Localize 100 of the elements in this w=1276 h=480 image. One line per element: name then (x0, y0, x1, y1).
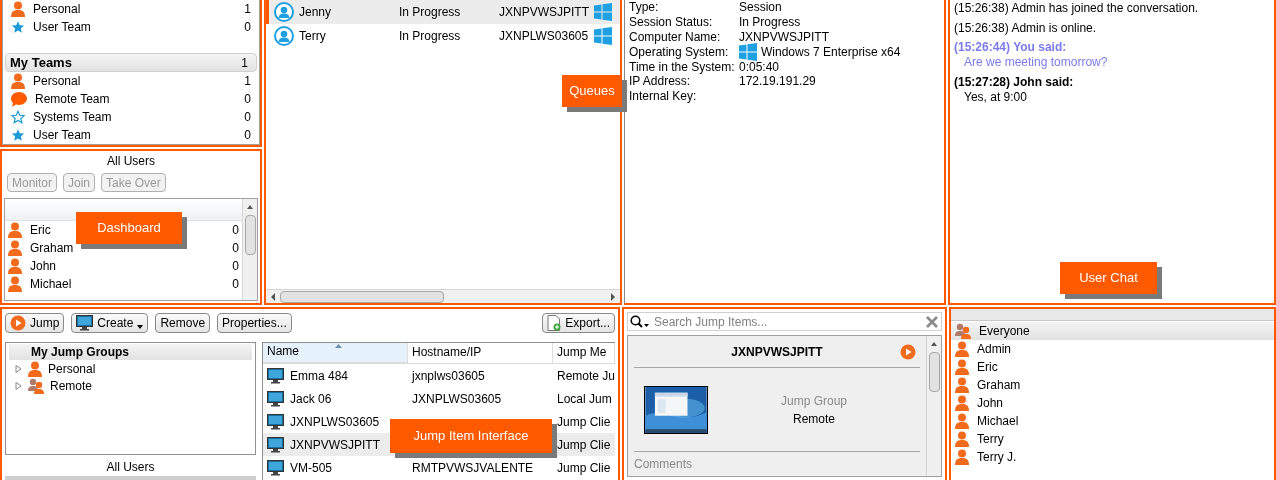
chat-sender: (15:26:44) You said: (954, 40, 1068, 54)
close-icon[interactable] (925, 314, 939, 329)
panel-title: All Users (105, 460, 156, 475)
panel-title: All Users (106, 153, 156, 169)
jump-group-name[interactable]: Personal (48, 359, 96, 378)
scroll-up-arrow-icon[interactable] (930, 340, 938, 348)
sort-arrow-icon (335, 344, 342, 348)
table-cell: Jump Clie (557, 460, 611, 475)
search-icon (630, 314, 650, 329)
detail-label: Time in the System: (629, 59, 736, 74)
team-count: 1 (241, 54, 249, 72)
chat-message: (15:26:38) Admin is online. (954, 21, 1098, 35)
detail-label: Operating System: (629, 44, 730, 59)
play-icon (10, 315, 26, 331)
monitor-icon (267, 436, 284, 453)
person-icon (11, 73, 25, 90)
person-icon (955, 359, 969, 375)
field-label: Jump Group (781, 392, 847, 410)
user-count: 0 (232, 276, 239, 293)
field-label: Comments (634, 456, 693, 473)
detail-value: JXNPVWSJPITT (739, 30, 829, 44)
table-cell-text: Jack 06 (290, 390, 332, 408)
search-input[interactable]: Search Jump Items... (654, 312, 921, 331)
scroll-up-arrow-icon[interactable] (246, 203, 254, 211)
table-cell-text: JXNPLWS03605 (290, 413, 380, 431)
windows-icon (594, 27, 612, 45)
team-name[interactable]: Systems Team (33, 108, 237, 127)
monitor-icon (76, 315, 94, 331)
caret-icon (137, 325, 144, 329)
queue-row[interactable]: Jenny In Progress JXNPVWSJPITT (266, 0, 620, 24)
user-name[interactable]: Michael (30, 275, 72, 293)
horizontal-scrollbar[interactable] (266, 289, 620, 303)
user-name: John (977, 395, 1004, 412)
user-count: 0 (232, 222, 239, 239)
group-header[interactable]: My Jump Groups (9, 344, 252, 360)
user-name: Eric (977, 359, 998, 376)
person-icon (955, 449, 969, 465)
user-name[interactable]: Graham (30, 239, 74, 257)
search-field[interactable]: Search Jump Items... (627, 312, 942, 331)
person-icon (11, 1, 25, 17)
table-cell: Jump Clie (557, 414, 611, 429)
user-count: 0 (232, 240, 239, 257)
chat-sender: (15:27:28) John said: (954, 75, 1075, 89)
person-icon (8, 222, 22, 238)
table-cell: jxnplws03605 (412, 368, 485, 383)
team-name[interactable]: User Team (33, 126, 237, 145)
column-header[interactable]: Name (263, 343, 408, 363)
detail-value: In Progress (739, 15, 801, 30)
toolbar-button[interactable]: Create (71, 313, 149, 333)
team-name[interactable]: Personal (33, 72, 237, 91)
user-count: 0 (232, 258, 239, 275)
team-count: 1 (244, 1, 251, 18)
user-name: Everyone (979, 323, 1030, 340)
person-icon (955, 377, 969, 393)
toolbar-button[interactable]: Properties... (217, 313, 292, 333)
team-count: 0 (244, 127, 251, 145)
table-cell: RMTPVWSJVALENTE (412, 460, 534, 475)
expand-arrow-icon[interactable] (15, 364, 22, 373)
person-icon (8, 276, 22, 292)
team-count: 0 (244, 19, 251, 36)
scroll-left-arrow-icon[interactable] (270, 292, 276, 301)
star-icon (11, 128, 25, 143)
scroll-thumb[interactable] (244, 215, 256, 255)
people-icon (28, 377, 44, 394)
group-header[interactable]: My Teams 1 (5, 53, 257, 73)
user-circle-icon (274, 2, 294, 22)
monitor-icon (267, 390, 284, 407)
user-name[interactable]: Eric (30, 221, 51, 239)
expand-arrow-icon[interactable] (15, 381, 22, 390)
star-icon (11, 20, 25, 34)
session-status: In Progress (399, 4, 462, 21)
detail-value: Windows 7 Enterprise x64 (761, 44, 901, 59)
export-button[interactable]: Export... (542, 313, 615, 333)
person-icon (28, 360, 42, 377)
person-icon (8, 240, 22, 256)
scroll-thumb[interactable] (928, 352, 940, 392)
table-cell: Remote Ju (556, 368, 615, 383)
scrollbar[interactable] (926, 336, 941, 476)
user-name: Terry J. (977, 449, 1017, 466)
team-name[interactable]: Personal (33, 0, 237, 18)
computer-name: JXNPVWSJPITT (499, 4, 590, 21)
user-name[interactable]: John (30, 257, 57, 275)
scroll-right-arrow-icon[interactable] (610, 292, 616, 301)
chat-user-row[interactable]: Everyone (951, 322, 1274, 340)
scrollbar[interactable] (242, 199, 257, 300)
team-name[interactable]: Remote Team (35, 90, 237, 109)
toolbar-button[interactable]: Remove (155, 313, 211, 333)
group-title: My Teams (10, 53, 73, 72)
customer-name: Terry (299, 28, 327, 45)
monitor-icon (267, 367, 284, 384)
chat-message: (15:26:38) Admin has joined the conversation. (954, 1, 1200, 15)
jump-item-title: JXNPVWSJPITT (731, 343, 823, 361)
jump-group-name[interactable]: Remote (50, 376, 93, 395)
document-add-icon (547, 315, 562, 331)
toolbar-button[interactable]: Jump (5, 313, 65, 333)
table-cell: JXNPLWS03605 (412, 391, 502, 406)
session-status: In Progress (399, 28, 462, 45)
user-circle-icon (274, 26, 294, 46)
team-name[interactable]: User Team (33, 18, 237, 36)
detail-value: 0:05:40 (739, 59, 780, 74)
